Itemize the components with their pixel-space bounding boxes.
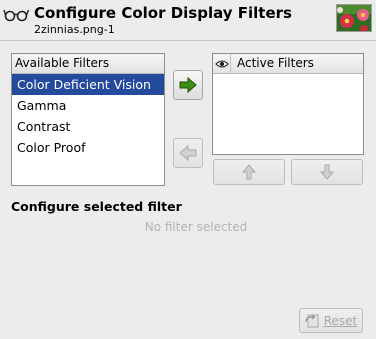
reset-icon bbox=[305, 313, 319, 327]
dialog-header: Configure Color Display Filters 2zinnias… bbox=[0, 0, 376, 38]
available-filters-header[interactable]: Available Filters bbox=[12, 54, 164, 74]
arrow-down-icon bbox=[320, 164, 334, 180]
move-up-button[interactable] bbox=[213, 159, 285, 185]
no-filter-placeholder: No filter selected bbox=[144, 220, 248, 234]
filter-item-contrast[interactable]: Contrast bbox=[12, 116, 164, 137]
dialog-title: Configure Color Display Filters bbox=[34, 4, 292, 22]
glasses-icon bbox=[3, 9, 30, 22]
active-filters-label: Active Filters bbox=[237, 56, 314, 70]
move-down-button[interactable] bbox=[291, 159, 363, 185]
arrow-right-icon bbox=[179, 77, 197, 93]
reset-label: Reset bbox=[323, 313, 358, 328]
filter-item-color-proof[interactable]: Color Proof bbox=[12, 137, 164, 158]
image-name: 2zinnias.png-1 bbox=[34, 23, 115, 36]
active-filters-list[interactable]: Active Filters bbox=[212, 53, 364, 155]
header-separator bbox=[0, 40, 376, 41]
active-filters-header[interactable]: Active Filters bbox=[213, 54, 363, 74]
filter-item-color-deficient-vision[interactable]: Color Deficient Vision bbox=[12, 74, 164, 95]
remove-filter-button[interactable] bbox=[173, 138, 203, 168]
eye-icon bbox=[215, 59, 229, 68]
zinnias-thumbnail bbox=[336, 4, 372, 32]
available-filters-list[interactable]: Available Filters Color Deficient Vision… bbox=[11, 53, 165, 186]
configure-section-title: Configure selected filter bbox=[11, 199, 182, 214]
add-filter-button[interactable] bbox=[173, 70, 203, 100]
filter-item-gamma[interactable]: Gamma bbox=[12, 95, 164, 116]
arrow-up-icon bbox=[242, 164, 256, 180]
reset-button[interactable]: Reset bbox=[299, 308, 363, 333]
arrow-left-icon bbox=[179, 145, 197, 161]
